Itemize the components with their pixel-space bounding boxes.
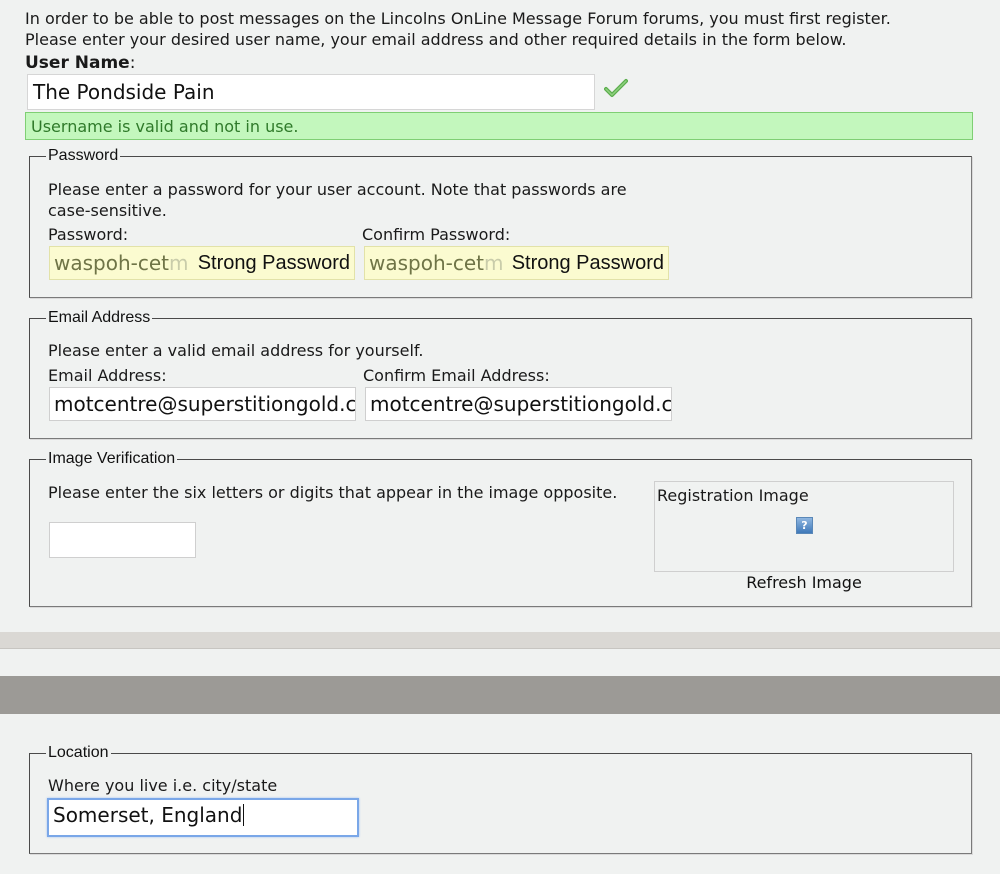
password-strength-indicator: Strong Password [191,247,350,279]
section-divider-dark [0,676,1000,714]
email-input[interactable]: motcentre@superstitiongold.co.uk [49,387,356,421]
intro-line-2: Please enter your desired user name, you… [25,30,847,49]
email-legend: Email Address [46,309,153,327]
location-legend: Location [46,744,111,762]
username-label-colon: : [129,53,136,73]
image-verification-legend: Image Verification [46,450,178,468]
refresh-image-link[interactable]: Refresh Image [654,572,954,593]
email-description: Please enter a valid email address for y… [48,341,424,360]
registration-image-box: Registration Image ? [654,481,954,572]
password-description-line-1: Please enter a password for your user ac… [48,180,627,199]
username-label-text: User Name [25,53,130,73]
password-legend: Password [46,147,121,165]
text-caret [243,804,245,826]
confirm-password-value: waspoh-cet [369,251,484,275]
image-verification-description: Please enter the six letters or digits t… [48,483,618,502]
location-input[interactable]: Somerset, England [47,798,359,837]
checkmark-icon [604,79,628,97]
location-description: Where you live i.e. city/state [48,776,278,795]
verification-code-input[interactable] [49,522,196,558]
password-value-faded: m [169,251,189,275]
password-description-line-2: case-sensitive. [48,201,167,220]
password-value: waspoh-cet [54,251,169,275]
confirm-password-label: Confirm Password: [362,225,511,244]
password-input[interactable]: waspoh-cetm Strong Password [49,246,355,280]
registration-image-label: Registration Image [657,486,809,505]
password-label: Password: [48,225,129,244]
intro-text: In order to be able to post messages on … [25,8,985,50]
confirm-password-input[interactable]: waspoh-cetm Strong Password [364,246,669,280]
username-valid-message: Username is valid and not in use. [25,112,973,140]
confirm-email-input[interactable]: motcentre@superstitiongold.co.uk [365,387,672,421]
username-label: User Name: [25,53,135,73]
location-value: Somerset, England [53,803,243,827]
intro-line-1: In order to be able to post messages on … [25,9,891,28]
username-input[interactable]: The Pondside Pain [27,74,595,110]
section-divider-light [0,632,1000,649]
confirm-password-value-faded: m [484,251,504,275]
confirm-password-strength-indicator: Strong Password [505,247,664,279]
confirm-email-label: Confirm Email Address: [363,366,550,385]
email-label: Email Address: [48,366,167,385]
question-mark-icon: ? [796,517,813,534]
